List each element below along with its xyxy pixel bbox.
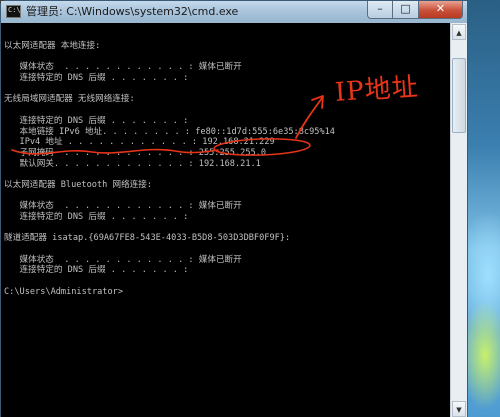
annotation-underline-stroke [11, 148, 219, 155]
annotation-arrow-line [295, 97, 323, 139]
ip-highlight-ellipse [213, 138, 311, 156]
handwritten-ip-label: IP地址 [334, 72, 420, 108]
annotation-overlay [11, 95, 324, 156]
